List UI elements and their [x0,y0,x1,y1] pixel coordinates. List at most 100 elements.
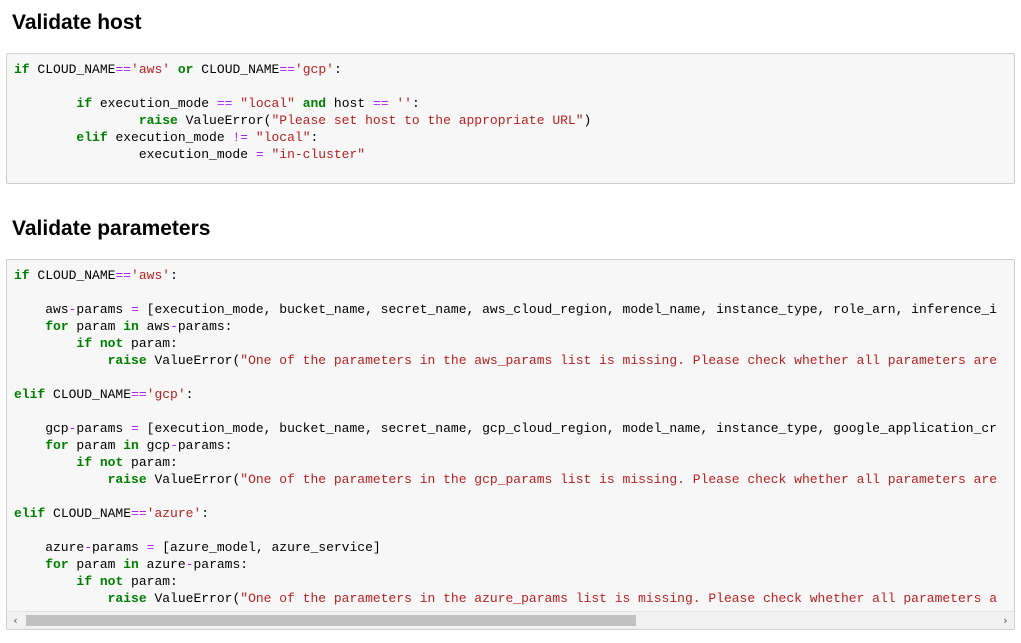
keyword: and [302,96,327,111]
code-text: execution_mode [14,147,256,162]
code-text: : [411,96,420,111]
code-line: elif CLOUD_NAME=='gcp': [14,386,1014,403]
keyword: if [76,96,93,111]
code-line: if CLOUD_NAME=='aws': [14,267,1014,284]
code-text: param: [123,574,178,589]
string: "One of the parameters in the aws_params… [240,353,997,368]
keyword: for [45,319,69,334]
keyword: raise [107,591,147,606]
code-text: gcp [14,421,69,436]
operator: == [372,96,389,111]
code-block[interactable]: if CLOUD_NAME=='aws': aws-params = [exec… [7,260,1014,607]
keyword: not [99,336,124,351]
string: "local" [240,96,295,111]
code-line: for param in aws-params: [14,318,1014,335]
code-block[interactable]: if CLOUD_NAME=='aws' or CLOUD_NAME=='gcp… [7,54,1014,163]
code-text: param: [123,455,178,470]
scroll-left-arrow-icon[interactable]: ‹ [7,612,24,629]
keyword: in [123,557,139,572]
string: 'gcp' [146,387,186,402]
code-text: params [76,421,132,436]
code-cell-validate-host[interactable]: if CLOUD_NAME=='aws' or CLOUD_NAME=='gcp… [6,53,1015,184]
horizontal-scrollbar[interactable]: ‹ › [7,611,1014,629]
operator: - [170,319,178,334]
code-text: params [92,540,147,555]
code-line: if not param: [14,454,1014,471]
operator: - [84,540,93,555]
code-text: ValueError( [177,113,272,128]
string: "in-cluster" [271,147,366,162]
code-line: execution_mode = "in-cluster" [14,146,1014,163]
code-text: param: [123,336,178,351]
code-cell-validate-parameters[interactable]: if CLOUD_NAME=='aws': aws-params = [exec… [6,259,1015,630]
code-line: if not param: [14,335,1014,352]
string: 'gcp' [294,62,334,77]
string: 'aws' [131,268,171,283]
code-text: [azure_model, azure_service] [154,540,381,555]
operator: = [131,421,139,436]
scrollbar-thumb[interactable] [26,615,636,626]
code-line: if not param: [14,573,1014,590]
keyword: raise [138,113,178,128]
code-text: params [76,302,132,317]
code-text: azure [138,557,186,572]
keyword: or [177,62,194,77]
code-text: aws [138,319,171,334]
code-line: raise ValueError("One of the parameters … [14,352,1014,369]
code-text: CLOUD_NAME [45,506,132,521]
keyword: elif [76,130,108,145]
section-heading-validate-host: Validate host [12,11,142,34]
code-text: CLOUD_NAME [29,62,116,77]
operator: != [232,130,249,145]
code-text: gcp [138,438,171,453]
operator: - [170,438,178,453]
code-text: : [310,130,319,145]
operator: == [216,96,233,111]
code-text: [execution_mode, bucket_name, secret_nam… [138,421,997,436]
code-text: params: [177,319,233,334]
keyword: elif [14,506,46,521]
code-text: : [185,387,194,402]
string: '' [396,96,412,111]
code-text: CLOUD_NAME [193,62,280,77]
code-line: gcp-params = [execution_mode, bucket_nam… [14,420,1014,437]
scroll-right-arrow-icon[interactable]: › [997,612,1014,629]
code-text: ValueError( [146,353,241,368]
code-text: CLOUD_NAME [29,268,116,283]
code-text: : [170,268,178,283]
operator: == [279,62,295,77]
code-text: [execution_mode, bucket_name, secret_nam… [138,302,997,317]
code-text: execution_mode [107,130,233,145]
code-text: : [201,506,210,521]
code-line: raise ValueError("One of the parameters … [14,471,1014,488]
code-text: ValueError( [146,472,241,487]
keyword: if [76,455,93,470]
keyword: in [123,438,139,453]
string: "One of the parameters in the azure_para… [240,591,997,606]
keyword: elif [14,387,46,402]
string: "Please set host to the appropriate URL" [271,113,584,128]
string: 'aws' [131,62,171,77]
code-line: for param in gcp-params: [14,437,1014,454]
code-text: CLOUD_NAME [45,387,132,402]
code-text: : [333,62,342,77]
code-text: param [68,438,124,453]
keyword: not [99,455,124,470]
keyword: raise [107,353,147,368]
operator: == [131,387,147,402]
